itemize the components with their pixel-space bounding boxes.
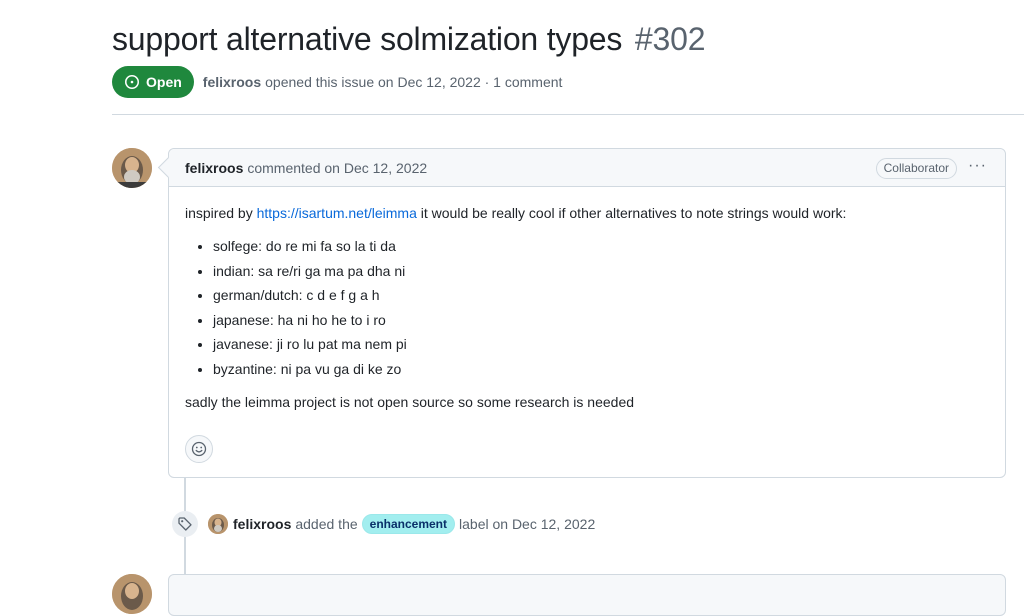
tag-badge <box>172 511 198 537</box>
event-avatar-image <box>208 514 228 534</box>
event-text-before: added the <box>295 516 358 532</box>
comment-box: felixroos commented on Dec 12, 2022 Coll… <box>168 148 1006 478</box>
event-author-link[interactable]: felixroos <box>233 516 291 532</box>
issue-title-text: support alternative solmization types <box>112 21 623 57</box>
list-item: byzantine: ni pa vu ga di ke zo <box>213 359 989 380</box>
event-text-after: label on Dec 12, 2022 <box>459 516 596 532</box>
issue-author-link[interactable]: felixroos <box>203 74 261 90</box>
avatar[interactable] <box>112 574 152 614</box>
comment-body: inspired by https://isartum.net/leimma i… <box>169 187 1005 413</box>
issue-opened-text: opened this issue on Dec 12, 2022 · 1 co… <box>265 74 563 90</box>
smiley-icon <box>191 441 207 457</box>
issue-meta: Open felixroos opened this issue on Dec … <box>112 66 562 98</box>
event-avatar[interactable] <box>208 514 228 534</box>
intro-before: inspired by <box>185 205 257 221</box>
avatar[interactable] <box>112 148 152 188</box>
role-badge: Collaborator <box>875 158 957 179</box>
intro-after: it would be really cool if other alterna… <box>416 205 847 221</box>
label-event: felixroos added the enhancement label on… <box>172 511 595 537</box>
kebab-icon[interactable]: ··· <box>968 157 987 175</box>
issue-title: support alternative solmization types #3… <box>112 18 705 60</box>
comment-timestamp[interactable]: commented on Dec 12, 2022 <box>247 160 427 176</box>
list-item: german/dutch: c d e f g a h <box>213 285 989 306</box>
list-item: indian: sa re/ri ga ma pa dha ni <box>213 261 989 282</box>
avatar-image <box>112 148 152 188</box>
list-item: javanese: ji ro lu pat ma nem pi <box>213 334 989 355</box>
issue-number: #302 <box>634 21 706 57</box>
list-item: japanese: ha ni ho he to i ro <box>213 310 989 331</box>
tag-icon <box>178 517 192 531</box>
issue-header: support alternative solmization types #3… <box>112 18 705 60</box>
issue-opened-icon <box>125 75 139 89</box>
comment-intro: inspired by https://isartum.net/leimma i… <box>185 203 989 224</box>
add-reaction-button[interactable] <box>185 435 213 463</box>
next-comment-box <box>168 574 1006 616</box>
status-label: Open <box>146 74 182 90</box>
enhancement-label[interactable]: enhancement <box>361 514 456 534</box>
solmization-list: solfege: do re mi fa so la ti da indian:… <box>185 236 989 380</box>
leimma-link[interactable]: https://isartum.net/leimma <box>257 205 417 221</box>
status-badge: Open <box>112 66 194 98</box>
header-divider <box>112 114 1024 115</box>
comment-closing: sadly the leimma project is not open sou… <box>185 393 635 410</box>
avatar-image <box>112 574 152 614</box>
comment-author-link[interactable]: felixroos <box>185 160 243 176</box>
comment-header: felixroos commented on Dec 12, 2022 Coll… <box>169 149 1005 187</box>
list-item: solfege: do re mi fa so la ti da <box>213 236 989 257</box>
